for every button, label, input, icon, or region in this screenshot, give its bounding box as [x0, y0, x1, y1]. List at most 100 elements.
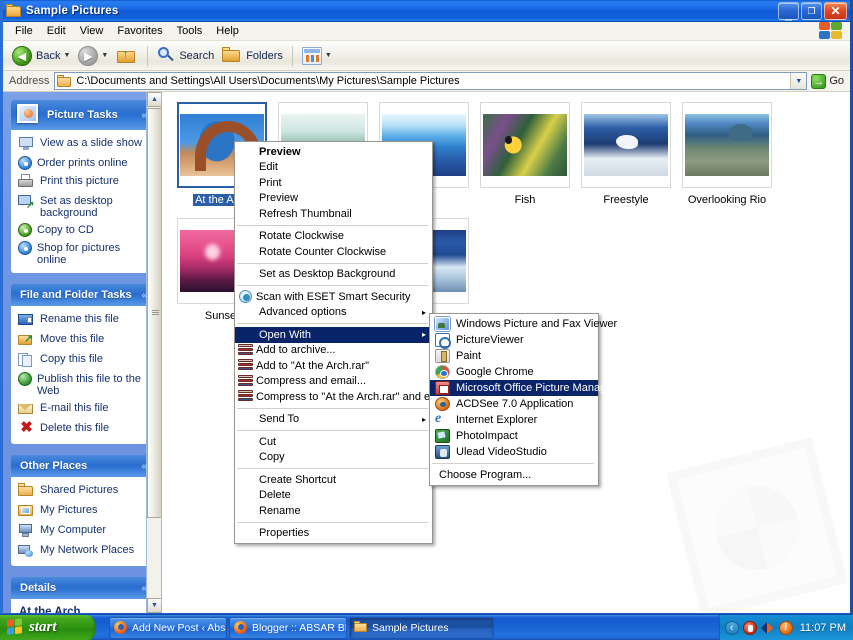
open-with-windows-picture-fax-viewer[interactable]: Windows Picture and Fax Viewer: [430, 316, 617, 332]
context-item-edit[interactable]: Edit: [235, 160, 432, 176]
back-button[interactable]: ◀ Back ▼: [8, 44, 74, 68]
task-view-slideshow[interactable]: View as a slide show: [18, 136, 149, 152]
menu-favorites[interactable]: Favorites: [110, 24, 169, 38]
thumbnail-frame[interactable]: [581, 102, 671, 188]
thumbnail-frame[interactable]: [682, 102, 772, 188]
submenu-divider: [432, 463, 594, 464]
task-label: Set as desktop background: [40, 195, 113, 219]
context-item-rename[interactable]: Rename: [235, 503, 432, 519]
open-with-google-chrome[interactable]: Google Chrome: [430, 364, 598, 380]
open-with-pictureviewer[interactable]: PictureViewer: [430, 332, 598, 349]
shop-icon: [18, 241, 32, 255]
menu-help[interactable]: Help: [209, 24, 246, 38]
place-my-network-places[interactable]: My Network Places: [18, 543, 149, 559]
taskbar-items: Add New Post ‹ Absa... Blogger :: ABSAR …: [109, 616, 494, 639]
open-with-photoimpact[interactable]: PhotoImpact: [430, 428, 598, 444]
volume-icon[interactable]: [760, 621, 775, 635]
taskbar-item-add-new-post[interactable]: Add New Post ‹ Absa...: [109, 616, 227, 639]
open-with-internet-explorer[interactable]: Internet Explorer: [430, 411, 598, 428]
search-button[interactable]: Search: [153, 44, 218, 68]
up-button[interactable]: ↑: [112, 44, 142, 68]
scrollbar-thumb[interactable]: [147, 108, 161, 518]
scroll-up-button[interactable]: ▲: [147, 92, 161, 107]
forward-button[interactable]: ▶ ▼: [74, 44, 112, 68]
winrar-icon: [238, 374, 253, 388]
task-copy-to-cd[interactable]: Copy to CD: [18, 223, 149, 237]
menu-view[interactable]: View: [73, 24, 111, 38]
context-item-create-shortcut[interactable]: Create Shortcut: [235, 472, 432, 488]
place-my-pictures[interactable]: My Pictures: [18, 503, 149, 519]
go-button[interactable]: → Go: [807, 73, 848, 89]
context-item-rotate-clockwise[interactable]: Rotate Clockwise: [235, 229, 432, 245]
context-item-properties[interactable]: Properties: [235, 526, 432, 542]
context-item-add-to-named-archive[interactable]: Add to "At the Arch.rar": [235, 358, 432, 374]
security-alert-icon[interactable]: [778, 620, 793, 635]
scrollbar-track[interactable]: [147, 108, 161, 597]
maximize-button[interactable]: ❐: [801, 1, 822, 20]
address-dropdown-button[interactable]: ▼: [790, 73, 807, 89]
panel-header-picture-tasks[interactable]: Picture Tasks «: [11, 100, 153, 130]
views-button[interactable]: ▼: [298, 44, 336, 68]
task-pane-scrollbar[interactable]: ▲ ▼: [146, 92, 161, 613]
open-with-ms-office-picture-manager[interactable]: Microsoft Office Picture Manager: [430, 380, 616, 396]
context-item-scan-eset[interactable]: Scan with ESET Smart Security: [235, 289, 432, 305]
close-button[interactable]: ✕: [824, 1, 847, 20]
context-item-preview-default[interactable]: Preview: [235, 144, 432, 160]
context-menu[interactable]: Preview Edit Print Preview Refresh Thumb…: [234, 141, 450, 544]
views-dropdown-icon[interactable]: ▼: [325, 52, 332, 59]
forward-dropdown-icon[interactable]: ▼: [101, 52, 108, 59]
open-with-paint[interactable]: Paint: [430, 348, 598, 364]
open-with-ulead-videostudio[interactable]: Ulead VideoStudio: [430, 444, 598, 460]
thumbnail-item[interactable]: Overlooking Rio: [677, 97, 777, 206]
context-item-set-as-desktop-background[interactable]: Set as Desktop Background: [235, 267, 432, 283]
context-item-send-to[interactable]: Send To ▸: [235, 412, 432, 428]
taskbar-item-blogger[interactable]: Blogger :: ABSAR BD ...: [229, 616, 347, 639]
task-publish-file-web[interactable]: Publish this file to the Web: [18, 372, 149, 397]
context-item-rotate-counter-clockwise[interactable]: Rotate Counter Clockwise: [235, 244, 432, 260]
start-button[interactable]: start: [0, 614, 95, 640]
context-item-open-with[interactable]: Open With ▸: [235, 327, 432, 343]
panel-header-file-folder-tasks[interactable]: File and Folder Tasks «: [11, 284, 153, 306]
address-input[interactable]: C:\Documents and Settings\All Users\Docu…: [54, 72, 808, 90]
context-item-delete[interactable]: Delete: [235, 488, 432, 504]
task-shop-pictures-online[interactable]: Shop for pictures online: [18, 241, 149, 266]
show-hidden-icons-icon[interactable]: [724, 620, 739, 635]
open-with-acdsee[interactable]: ACDSee 7.0 Application: [430, 396, 598, 412]
folders-button[interactable]: Folders: [218, 44, 287, 68]
menu-edit[interactable]: Edit: [40, 24, 73, 38]
open-with-submenu[interactable]: Windows Picture and Fax Viewer PictureVi…: [429, 313, 617, 486]
task-email-file[interactable]: E-mail this file: [18, 401, 149, 417]
context-item-advanced-options[interactable]: Advanced options ▸: [235, 305, 432, 321]
task-copy-file[interactable]: Copy this file: [18, 352, 149, 368]
context-item-copy[interactable]: Copy: [235, 450, 432, 466]
task-print-picture[interactable]: Print this picture: [18, 174, 149, 190]
panel-header-other-places[interactable]: Other Places «: [11, 455, 153, 477]
clock[interactable]: 11:07 PM: [800, 622, 846, 634]
context-item-compress-named-and-email[interactable]: Compress to "At the Arch.rar" and email: [235, 389, 450, 405]
minimize-button[interactable]: _: [778, 1, 799, 20]
task-order-prints[interactable]: Order prints online: [18, 156, 149, 170]
thumbnail-item[interactable]: Fish: [475, 97, 575, 206]
context-item-print[interactable]: Print: [235, 175, 432, 191]
back-dropdown-icon[interactable]: ▼: [63, 52, 70, 59]
taskbar-item-sample-pictures[interactable]: Sample Pictures: [349, 616, 494, 639]
context-item-cut[interactable]: Cut: [235, 434, 432, 450]
menu-tools[interactable]: Tools: [170, 24, 210, 38]
task-move-file[interactable]: ↗ Move this file: [18, 332, 149, 348]
place-shared-pictures[interactable]: Shared Pictures: [18, 483, 149, 499]
context-item-compress-and-email[interactable]: Compress and email...: [235, 374, 432, 390]
place-my-computer[interactable]: My Computer: [18, 523, 149, 539]
open-with-choose-program[interactable]: Choose Program...: [430, 467, 598, 483]
thumbnail-item[interactable]: Freestyle: [576, 97, 676, 206]
context-item-add-to-archive[interactable]: Add to archive...: [235, 343, 432, 359]
panel-header-details[interactable]: Details «: [11, 577, 153, 599]
scroll-down-button[interactable]: ▼: [147, 598, 161, 613]
context-item-preview[interactable]: Preview: [235, 191, 432, 207]
task-delete-file[interactable]: ✖ Delete this file: [18, 420, 149, 437]
eset-tray-icon[interactable]: [742, 620, 757, 635]
menu-file[interactable]: File: [8, 24, 40, 38]
task-set-desktop-background[interactable]: ↗ Set as desktop background: [18, 194, 149, 219]
thumbnail-frame[interactable]: [480, 102, 570, 188]
task-rename-file[interactable]: Rename this file: [18, 312, 149, 328]
context-item-refresh-thumbnail[interactable]: Refresh Thumbnail: [235, 206, 432, 222]
